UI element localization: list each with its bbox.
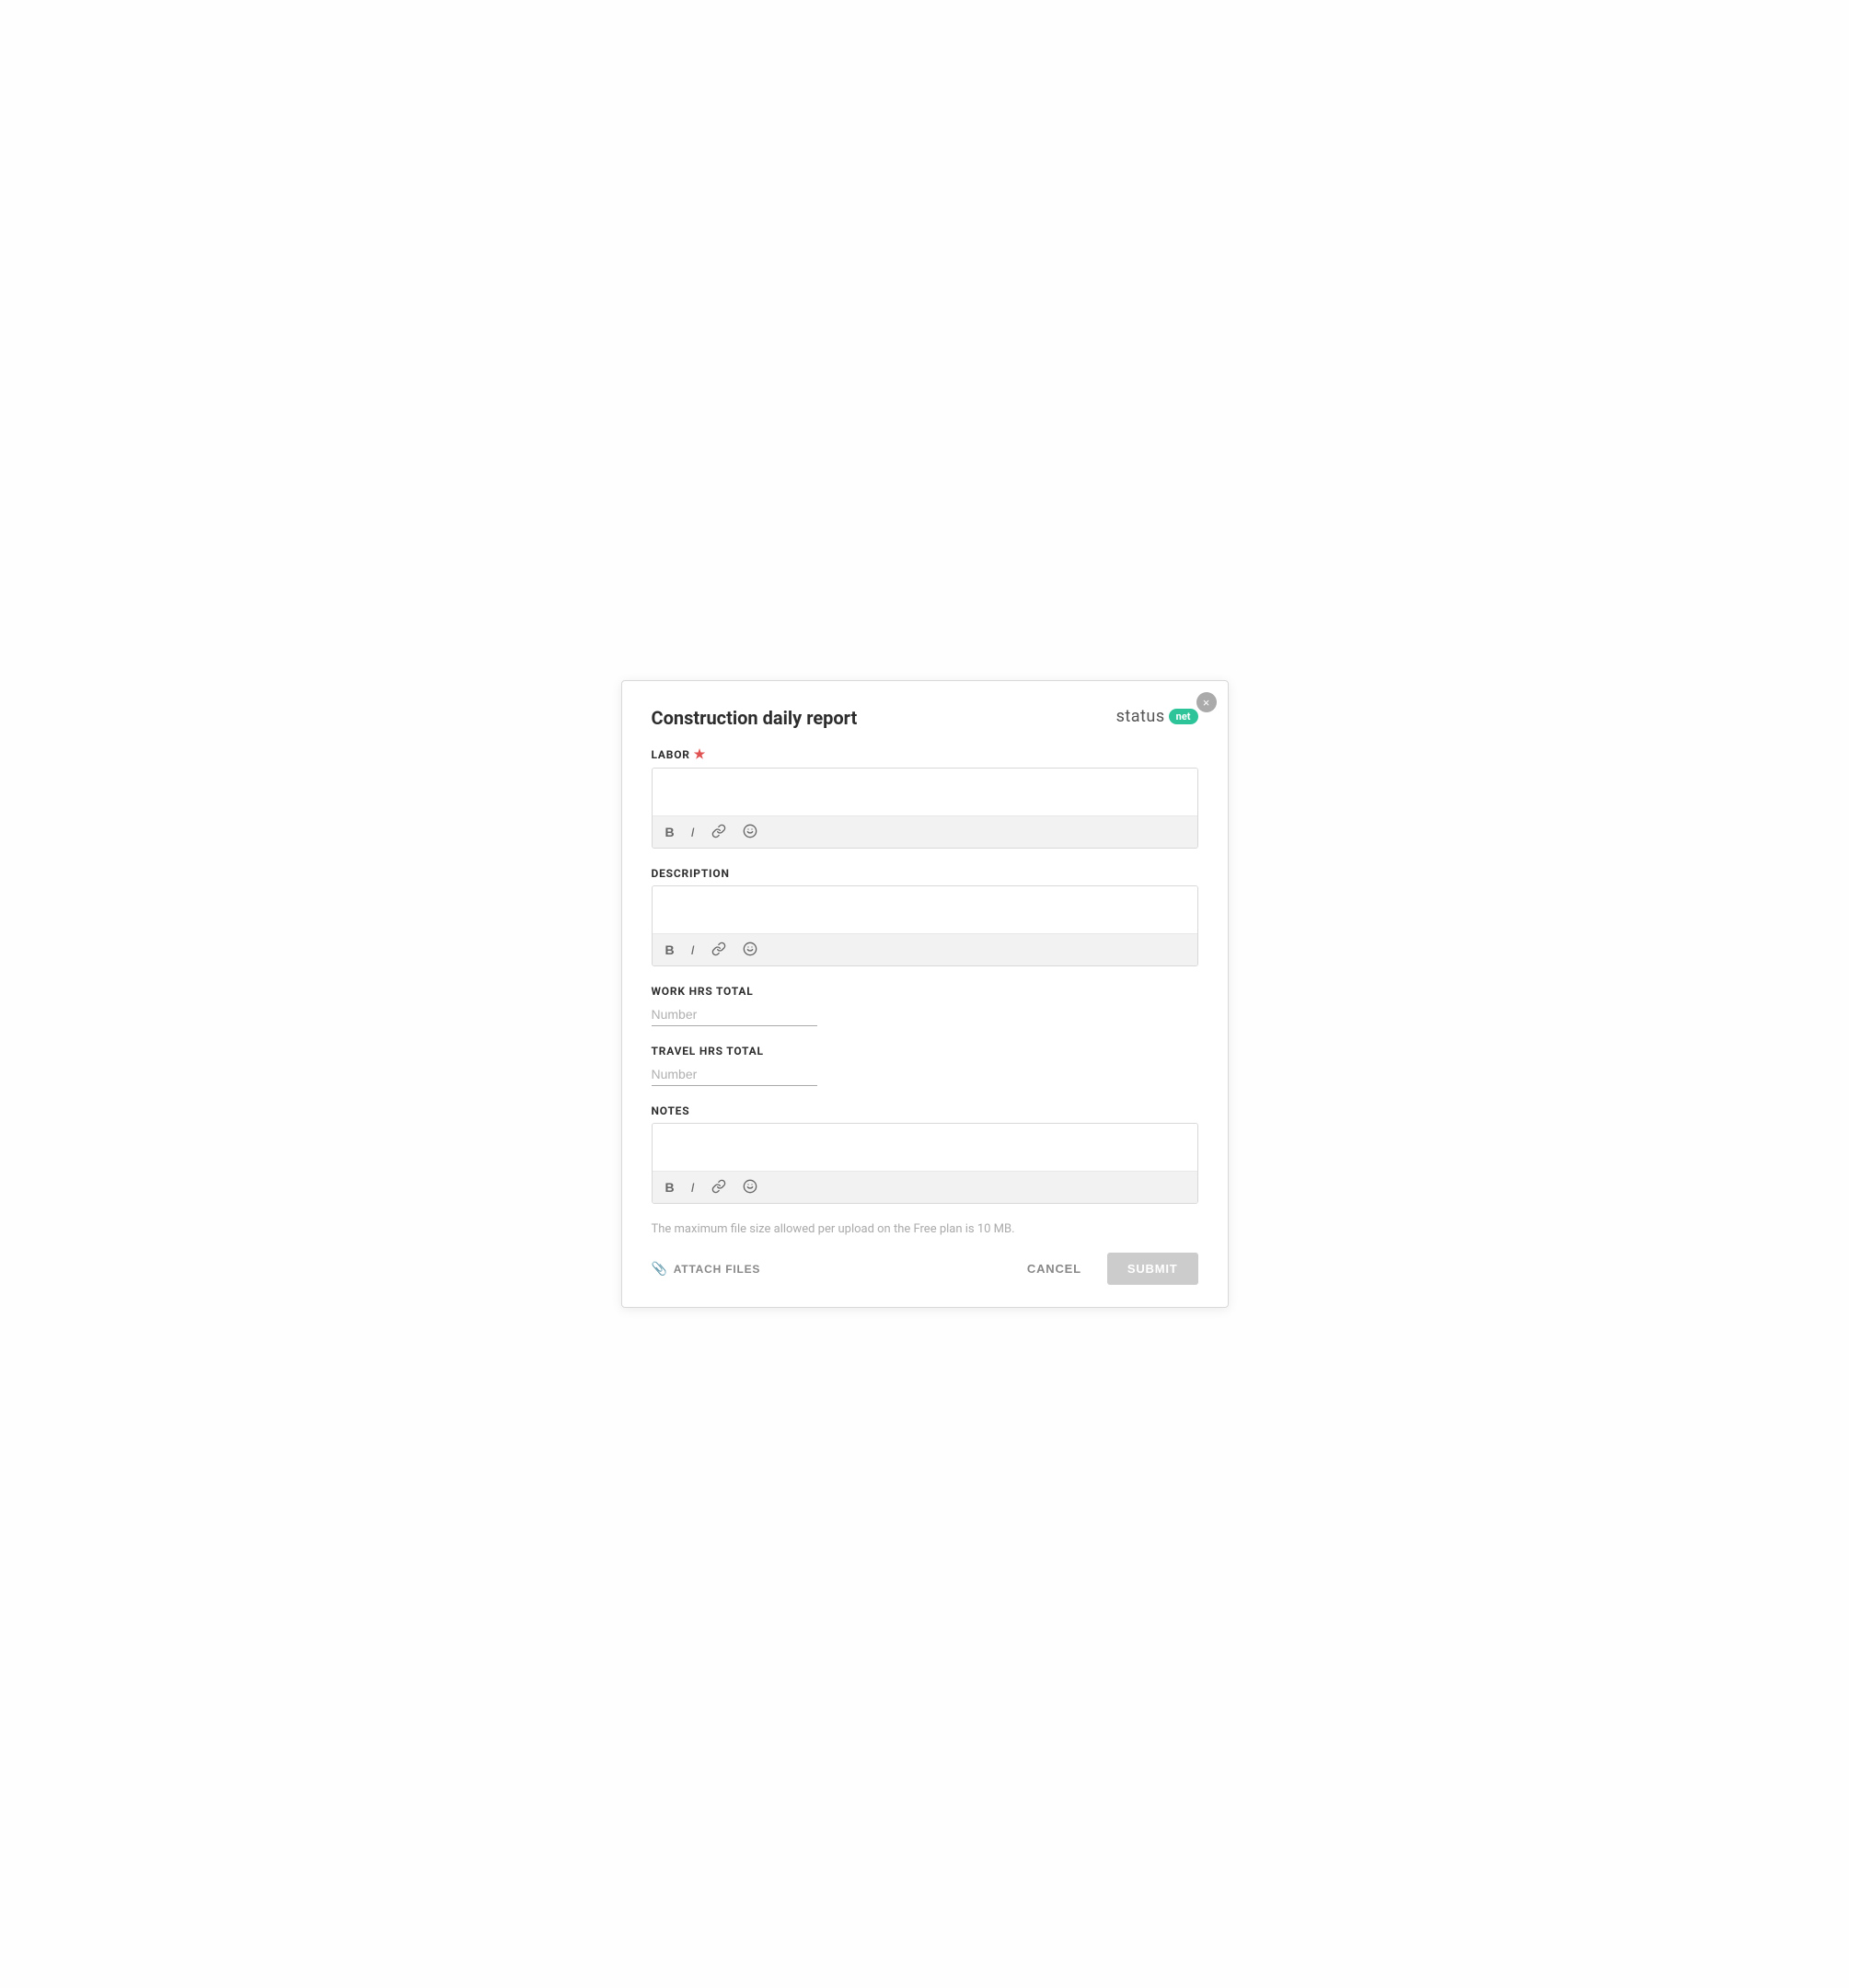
notes-editor-content[interactable] <box>653 1124 1197 1172</box>
description-link-button[interactable] <box>708 940 730 960</box>
notes-bold-button[interactable]: B <box>662 1179 678 1196</box>
modal-footer: 📎 ATTACH FILES CANCEL SUBMIT <box>652 1253 1198 1285</box>
cancel-button[interactable]: CANCEL <box>1016 1253 1092 1285</box>
description-emoji-button[interactable] <box>739 940 761 960</box>
notes-link-button[interactable] <box>708 1177 730 1197</box>
notes-emoji-button[interactable] <box>739 1177 761 1197</box>
labor-toolbar: B I <box>653 816 1197 848</box>
notes-italic-button[interactable]: I <box>688 1179 699 1196</box>
notes-field-group: NOTES B I <box>652 1104 1198 1204</box>
modal-title: Construction daily report <box>652 707 858 729</box>
labor-editor-content[interactable] <box>653 769 1197 816</box>
notes-toolbar: B I <box>653 1172 1197 1203</box>
modal-brand: status net <box>1116 707 1198 726</box>
travel-hrs-label: TRAVEL HRS TOTAL <box>652 1045 1198 1058</box>
labor-field-group: LABOR ★ B I <box>652 747 1198 849</box>
work-hrs-label: WORK HRS TOTAL <box>652 985 1198 998</box>
labor-italic-button[interactable]: I <box>688 824 699 840</box>
close-button[interactable]: × <box>1196 692 1217 712</box>
footer-actions: CANCEL SUBMIT <box>1016 1253 1198 1285</box>
notes-editor-wrapper: B I <box>652 1123 1198 1204</box>
description-italic-button[interactable]: I <box>688 942 699 958</box>
description-label: DESCRIPTION <box>652 867 1198 880</box>
description-field-group: DESCRIPTION B I <box>652 867 1198 966</box>
work-hrs-input[interactable] <box>652 1003 817 1026</box>
labor-editor-wrapper: B I <box>652 768 1198 849</box>
notes-label: NOTES <box>652 1104 1198 1117</box>
labor-link-button[interactable] <box>708 822 730 842</box>
labor-label: LABOR ★ <box>652 747 1198 762</box>
paperclip-icon: 📎 <box>652 1261 668 1277</box>
travel-hrs-input[interactable] <box>652 1063 817 1086</box>
modal-backdrop: Construction daily report status net × L… <box>0 0 1849 1988</box>
brand-text: status <box>1116 707 1165 726</box>
description-editor-wrapper: B I <box>652 885 1198 966</box>
description-toolbar: B I <box>653 934 1197 965</box>
description-bold-button[interactable]: B <box>662 942 678 958</box>
modal-header: Construction daily report status net <box>652 707 1198 729</box>
labor-required-star: ★ <box>694 747 706 762</box>
attach-files-button[interactable]: 📎 ATTACH FILES <box>652 1261 761 1277</box>
description-editor-content[interactable] <box>653 886 1197 934</box>
submit-button[interactable]: SUBMIT <box>1107 1253 1198 1285</box>
file-info-text: The maximum file size allowed per upload… <box>652 1222 1198 1236</box>
work-hrs-group: WORK HRS TOTAL <box>652 985 1198 1026</box>
labor-bold-button[interactable]: B <box>662 824 678 840</box>
travel-hrs-group: TRAVEL HRS TOTAL <box>652 1045 1198 1086</box>
brand-badge: net <box>1169 709 1198 724</box>
modal-container: Construction daily report status net × L… <box>621 680 1229 1308</box>
labor-emoji-button[interactable] <box>739 822 761 842</box>
